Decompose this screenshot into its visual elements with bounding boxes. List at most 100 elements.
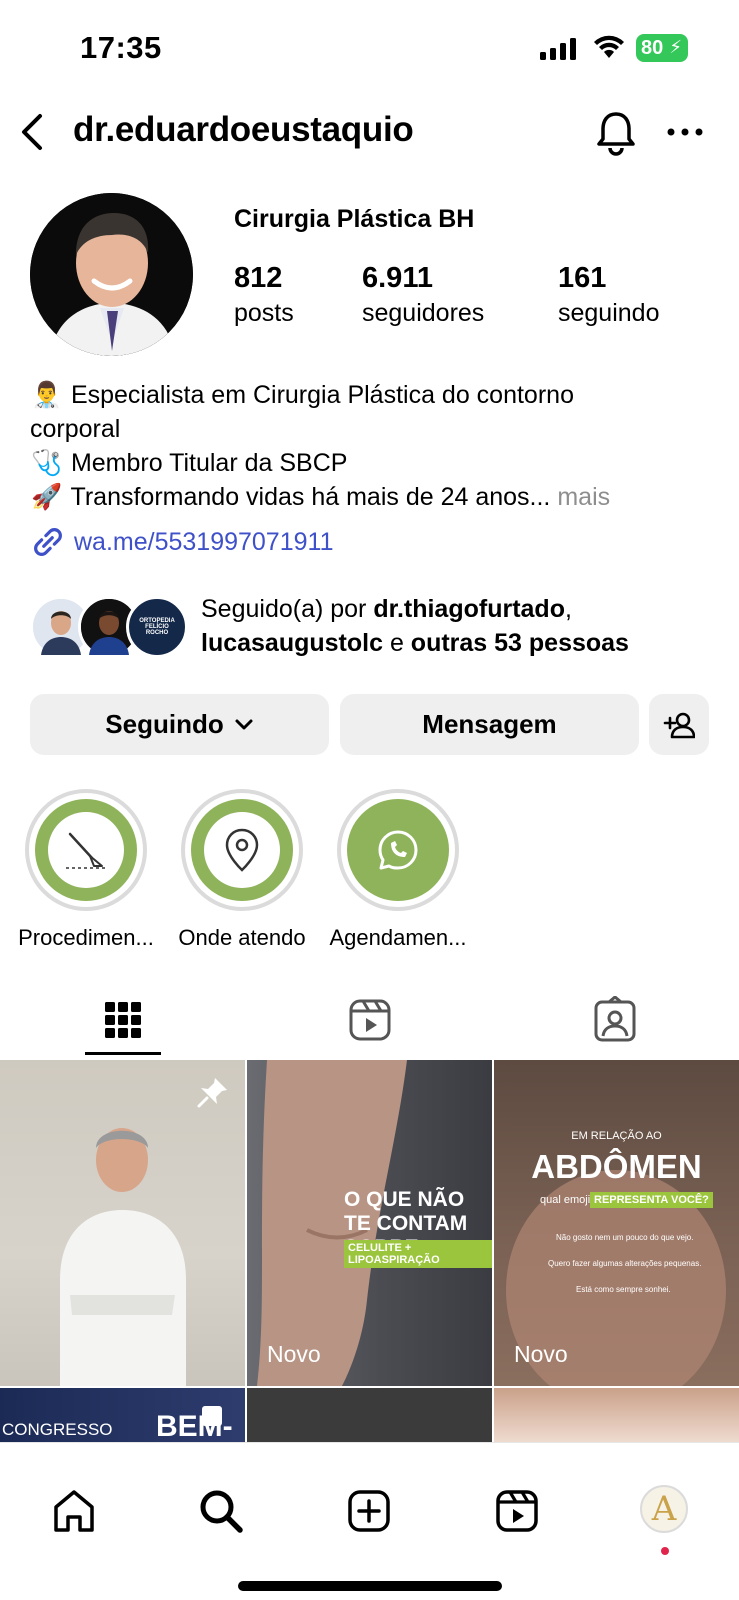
profile-username: dr.eduardoeustaquio <box>73 110 414 149</box>
followed-by-comma: , <box>564 595 572 623</box>
post-cover-text: CONGRESSO <box>2 1420 113 1439</box>
highlight-cover-inner <box>48 812 124 888</box>
tab-reels-icon[interactable] <box>346 996 394 1044</box>
highlight-cover <box>35 799 137 901</box>
mutual-followers-avatars[interactable]: ORTOPEDIA FELÍCIO ROCHO <box>30 596 190 660</box>
followed-by-others: outras 53 pessoas <box>410 629 629 657</box>
profile-avatar[interactable] <box>30 193 193 356</box>
scalpel-icon <box>66 832 106 869</box>
pin-icon <box>197 1078 227 1108</box>
highlight-procedures[interactable]: Procedimen... <box>6 789 166 951</box>
post-tile-congress[interactable]: CONGRESSO BEM-V <box>0 1388 245 1442</box>
post-tile-cellulite[interactable]: O QUE NÃO TE CONTAM SOBRE CELULITE + LIP… <box>247 1060 492 1386</box>
bio-line-1: 👨‍⚕️ Especialista em Cirurgia Plástica d… <box>30 378 720 412</box>
post-cover-tag: REPRESENTA VOCÊ? <box>590 1192 713 1208</box>
highlight-cover-inner <box>360 812 436 888</box>
suggest-people-button[interactable] <box>649 694 709 755</box>
followed-by-text[interactable]: Seguido(a) por dr.thiagofurtado, lucasau… <box>201 592 721 660</box>
following-button[interactable]: Seguindo <box>30 694 329 755</box>
chevron-down-icon <box>235 719 253 729</box>
battery-level: 80 <box>641 36 664 59</box>
cellular-signal-icon <box>540 38 576 60</box>
following-button-label: Seguindo <box>105 709 224 739</box>
highlight-cover <box>191 799 293 901</box>
status-time: 17:35 <box>80 30 162 65</box>
create-post-icon[interactable] <box>345 1487 393 1535</box>
post-cover-option-3: Está como sempre sonhei. <box>576 1285 671 1294</box>
status-bar: 17:35 80 ⚡ <box>0 0 739 96</box>
notification-bell-icon[interactable] <box>594 108 638 156</box>
post-cover-tag: CELULITE + LIPOASPIRAÇÃO <box>344 1240 492 1268</box>
highlight-cover <box>347 799 449 901</box>
bio-more-link[interactable]: mais <box>557 483 610 511</box>
profile-header: dr.eduardoeustaquio <box>0 100 739 164</box>
back-arrow-icon[interactable] <box>14 110 54 154</box>
post-tile-6[interactable] <box>494 1388 739 1442</box>
bio-text-2: Membro Titular da SBCP <box>70 449 348 477</box>
profile-photo <box>30 193 193 356</box>
clinic-avatar-line-3: ROCHO <box>145 630 169 636</box>
search-icon[interactable] <box>197 1487 245 1535</box>
highlight-ring <box>337 789 459 911</box>
more-options-icon[interactable] <box>665 122 705 142</box>
highlight-label: Onde atendo <box>178 925 306 950</box>
post-cover-option-1: Não gosto nem um pouco do que vejo. <box>556 1233 694 1242</box>
highlight-ring <box>181 789 303 911</box>
followers-count-label: seguidores <box>362 299 485 327</box>
doctor-emoji-icon: 👨‍⚕️ <box>31 381 63 409</box>
bio-website-url: wa.me/5531997071911 <box>74 527 334 556</box>
following-count[interactable]: 161 seguindo <box>558 260 659 330</box>
bio-text-1: Especialista em Cirurgia Plástica do con… <box>70 381 574 409</box>
link-icon <box>34 528 62 556</box>
message-button[interactable]: Mensagem <box>340 694 639 755</box>
carousel-icon <box>202 1406 222 1426</box>
profile-notification-dot <box>661 1547 669 1555</box>
followers-count[interactable]: 6.911 seguidores <box>362 260 484 330</box>
profile-bio: 👨‍⚕️ Especialista em Cirurgia Plástica d… <box>30 378 720 514</box>
followed-by-user-2: lucasaugustolc <box>201 629 383 657</box>
followed-by-connector: e <box>383 629 411 657</box>
bottom-tab-bar: A <box>0 1442 739 1600</box>
home-indicator[interactable] <box>238 1581 502 1591</box>
highlight-scheduling[interactable]: Agendamen... <box>318 789 478 951</box>
highlight-label: Agendamen... <box>329 925 467 950</box>
tab-posts-grid-icon[interactable] <box>99 996 147 1044</box>
profile-tab-avatar-letter: A <box>651 1489 677 1529</box>
mutual-avatar-3: ORTOPEDIA FELÍCIO ROCHO <box>126 596 188 658</box>
whatsapp-icon <box>378 830 418 870</box>
rocket-emoji-icon: 🚀 <box>31 483 63 511</box>
bio-text-1b: corporal <box>30 415 121 443</box>
posts-count[interactable]: 812 posts <box>234 260 294 330</box>
highlight-label: Procedimen... <box>18 925 154 950</box>
highlight-locations[interactable]: Onde atendo <box>162 789 322 951</box>
message-button-label: Mensagem <box>422 709 557 739</box>
profile-display-name: Cirurgia Plástica BH <box>234 205 475 233</box>
followed-by-prefix: Seguido(a) por <box>201 595 374 623</box>
post-cover-subtitle: qual emoji <box>540 1194 591 1206</box>
reels-icon[interactable] <box>493 1487 541 1535</box>
posts-count-label: posts <box>234 299 294 327</box>
post-tile-abdomen[interactable]: EM RELAÇÃO AO ABDÔMEN qual emoji REPRESE… <box>494 1060 739 1386</box>
bio-line-2: 🩺 Membro Titular da SBCP <box>30 446 720 480</box>
following-count-value: 161 <box>558 262 607 294</box>
post-photo-abdomen <box>506 1170 726 1386</box>
post-new-badge: Novo <box>514 1341 568 1367</box>
post-tile-5[interactable] <box>247 1388 492 1442</box>
home-icon[interactable] <box>50 1487 98 1535</box>
bio-text-3: Transformando vidas há mais de 24 anos..… <box>70 483 551 511</box>
profile-tab-avatar[interactable]: A <box>640 1485 688 1533</box>
post-cover-option-2: Quero fazer algumas alterações pequenas. <box>548 1259 702 1268</box>
post-tile-pinned[interactable] <box>0 1060 245 1386</box>
posts-count-value: 812 <box>234 262 283 294</box>
followed-by-user-1: dr.thiagofurtado <box>373 595 565 623</box>
bio-website-link[interactable]: wa.me/5531997071911 <box>30 524 333 560</box>
tab-tagged-icon[interactable] <box>591 996 639 1044</box>
charging-bolt-icon: ⚡ <box>669 37 682 57</box>
bio-line-3: 🚀 Transformando vidas há mais de 24 anos… <box>30 480 720 514</box>
stethoscope-emoji-icon: 🩺 <box>31 449 63 477</box>
post-cover-title: ABDÔMEN <box>531 1148 702 1185</box>
profile-content-tabs <box>0 980 739 1060</box>
active-tab-indicator <box>85 1052 161 1055</box>
highlight-cover-inner <box>204 812 280 888</box>
followers-count-value: 6.911 <box>362 262 433 294</box>
